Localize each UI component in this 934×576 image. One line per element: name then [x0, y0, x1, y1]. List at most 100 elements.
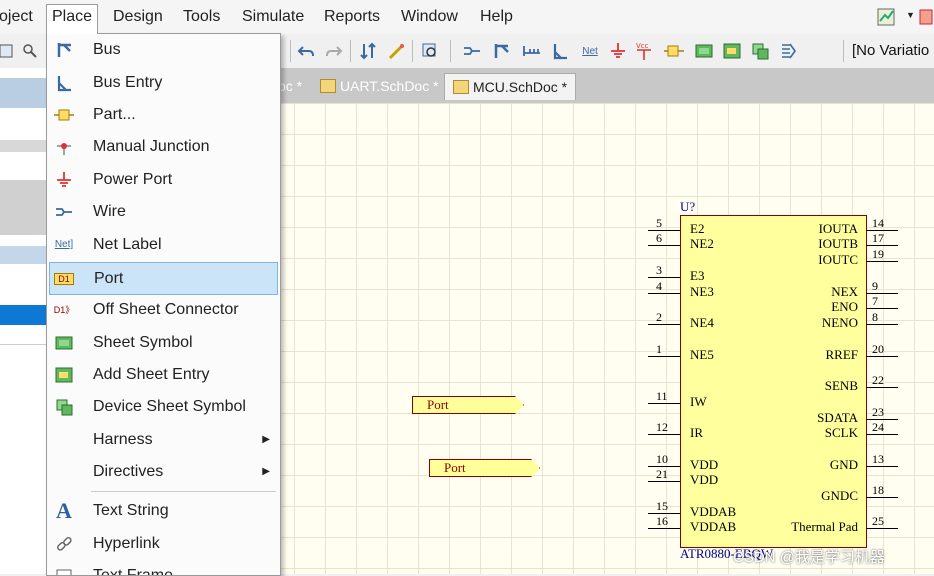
menu-item-bus[interactable]: Bus: [49, 35, 278, 65]
menu-item-power-port[interactable]: Power Port: [49, 165, 278, 195]
toolbar-separator: [450, 40, 451, 62]
menu-item-manual-junction[interactable]: Manual Junction: [49, 132, 278, 162]
sheet-entry-icon: [53, 365, 75, 385]
sheet-symbol-tool-icon[interactable]: [694, 41, 714, 61]
pin-name: GNDC: [821, 488, 858, 503]
pin-name: VDD: [690, 472, 719, 487]
wire-tool-icon[interactable]: [462, 41, 482, 61]
power-port-icon: [53, 170, 75, 190]
pin-number: 22: [872, 373, 884, 387]
hyperlink-icon: [53, 534, 75, 554]
menu-simulate[interactable]: Simulate: [237, 5, 309, 29]
menu-item-label: Sheet Symbol: [93, 334, 193, 351]
menu-item-label: Manual Junction: [93, 138, 210, 155]
menu-item-label: Add Sheet Entry: [93, 366, 210, 383]
text-string-icon: A: [56, 498, 72, 523]
pin-wire: [648, 277, 680, 278]
tab-label: UART.SchDoc *: [340, 78, 439, 94]
menu-window[interactable]: Window: [396, 5, 463, 29]
variation-selector[interactable]: [No Variatio: [843, 40, 929, 62]
pin-wire: [648, 434, 680, 435]
pin-name: GND: [829, 457, 858, 472]
harness-tool-icon[interactable]: [778, 41, 798, 61]
menu-item-add-sheet-entry[interactable]: Add Sheet Entry: [49, 360, 278, 390]
pin-name: RREF: [825, 347, 858, 362]
schematic-file-icon: [320, 79, 336, 93]
menu-item-port[interactable]: D1 Port: [49, 262, 278, 295]
menu-item-label: Bus Entry: [93, 74, 163, 91]
menu-item-bus-entry[interactable]: Bus Entry: [49, 68, 278, 98]
pin-name: Thermal Pad: [791, 519, 858, 534]
bus-tool-icon[interactable]: [492, 41, 512, 61]
port-object[interactable]: Port: [429, 459, 540, 477]
menu-item-part[interactable]: Part...: [49, 100, 278, 130]
menu-item-label: Power Port: [93, 171, 173, 188]
panel-row[interactable]: [0, 246, 46, 264]
tab-mcu-schdoc[interactable]: MCU.SchDoc *: [444, 73, 577, 100]
pin-number: 23: [872, 405, 884, 419]
menu-item-off-sheet-connector[interactable]: D1》 Off Sheet Connector: [49, 295, 278, 325]
panel-header: [0, 78, 46, 108]
sheet-entry-tool-icon[interactable]: [722, 41, 742, 61]
pin-number: 5: [656, 216, 662, 230]
menu-item-text-string[interactable]: A Text String: [49, 496, 278, 526]
pin-name: IOUTB: [818, 236, 858, 251]
menu-help[interactable]: Help: [475, 5, 518, 29]
redo-icon[interactable]: [324, 41, 344, 61]
toolbar-separator: [350, 40, 351, 62]
undo-icon[interactable]: [296, 41, 316, 61]
menu-item-wire[interactable]: Wire: [49, 197, 278, 227]
device-sheet-tool-icon[interactable]: [750, 41, 770, 61]
gnd-power-icon[interactable]: [608, 41, 628, 61]
dropdown-arrow-icon[interactable]: ▼: [906, 10, 915, 20]
menu-project[interactable]: oject: [0, 5, 38, 29]
menu-item-sheet-symbol[interactable]: Sheet Symbol: [49, 328, 278, 358]
wand-icon[interactable]: [386, 41, 406, 61]
pin-number: 16: [656, 514, 668, 528]
tab-uart-schdoc[interactable]: UART.SchDoc *: [312, 73, 447, 99]
port-icon: D1: [54, 273, 74, 285]
panel-block: [0, 180, 46, 235]
schematic-file-icon: [453, 80, 469, 94]
chart-tool-icon[interactable]: [876, 7, 898, 27]
port-object[interactable]: Port: [412, 396, 524, 414]
cross-probe-icon[interactable]: [358, 41, 378, 61]
bus-entry-tool-icon[interactable]: [550, 41, 570, 61]
pin-name: IOUTA: [818, 221, 858, 236]
toolbar-separator: [412, 40, 413, 62]
pin-wire: [648, 324, 680, 325]
pin-number: 14: [872, 216, 884, 230]
pin-wire: [866, 308, 898, 309]
menu-item-directives[interactable]: Directives ▶: [49, 457, 278, 487]
pin-name: VDDAB: [690, 519, 737, 534]
select-tool-icon[interactable]: [0, 41, 16, 61]
window-layout-icon[interactable]: [918, 7, 934, 27]
menu-item-device-sheet-symbol[interactable]: Device Sheet Symbol: [49, 392, 278, 422]
menu-tools[interactable]: Tools: [178, 5, 225, 29]
pin-number: 4: [656, 279, 662, 293]
svg-text:Vcc: Vcc: [636, 42, 649, 50]
place-menu-dropdown: Bus Bus Entry Part... Manual Junction Po…: [46, 33, 281, 576]
sheet-symbol-icon: [53, 333, 75, 353]
pin-wire: [648, 356, 680, 357]
pin-name: NE3: [690, 284, 714, 299]
menu-item-hyperlink[interactable]: Hyperlink: [49, 529, 278, 559]
pin-name: IW: [690, 394, 707, 409]
pin-number: 25: [872, 514, 884, 528]
menu-reports[interactable]: Reports: [319, 5, 385, 29]
panel-selected-row[interactable]: [0, 305, 46, 325]
signal-harness-icon[interactable]: [522, 41, 542, 61]
vcc-power-icon[interactable]: Vcc: [634, 41, 654, 61]
menu-item-harness[interactable]: Harness ▶: [49, 425, 278, 455]
menu-item-net-label[interactable]: Net] Net Label: [49, 230, 278, 260]
off-sheet-connector-icon: D1》: [53, 305, 75, 315]
component-designator: U?: [680, 199, 696, 214]
net-label-tool-icon[interactable]: Net: [580, 41, 600, 61]
inspect-icon[interactable]: [420, 41, 440, 61]
bus-entry-icon: [53, 73, 75, 93]
menu-design[interactable]: Design: [108, 5, 168, 29]
zoom-tool-icon[interactable]: [20, 41, 40, 61]
menu-place[interactable]: Place: [46, 4, 99, 34]
part-tool-icon[interactable]: [664, 41, 684, 61]
pin-wire: [866, 356, 898, 357]
